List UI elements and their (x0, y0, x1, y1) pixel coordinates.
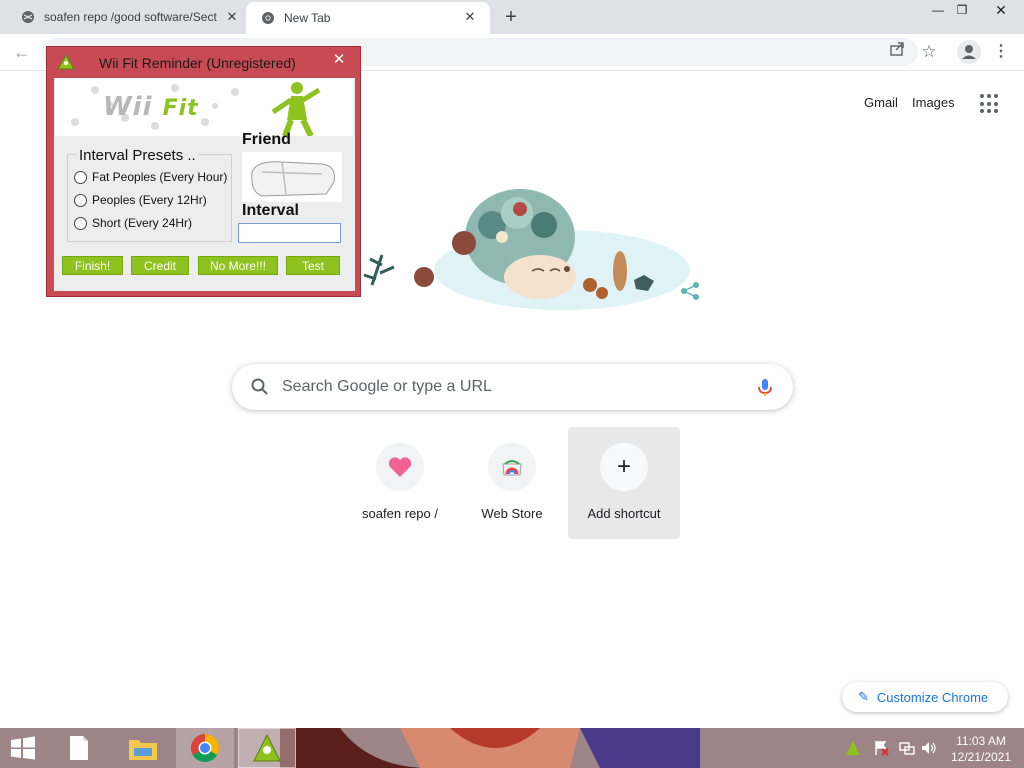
clock-date[interactable]: 12/21/2021 (946, 750, 1016, 764)
wii-fit-logo: Wii Fit (103, 92, 199, 122)
preset-label: Peoples (Every 12Hr) (92, 193, 207, 207)
windows-taskbar: 11:03 AM 12/21/2021 (0, 728, 1024, 768)
preset-label: Short (Every 24Hr) (92, 216, 193, 230)
balance-board-friend-image (242, 152, 342, 202)
no-more-button[interactable]: No More!!! (198, 256, 278, 275)
test-button[interactable]: Test (286, 256, 340, 275)
wii-fit-reminder-window: Wii Fit Reminder (Unregistered) ✕ Wii Fi… (46, 46, 361, 297)
new-tab-plus-icon[interactable]: + (500, 6, 522, 28)
chrome-icon (260, 10, 276, 26)
radio-button-icon[interactable] (74, 170, 87, 184)
interval-label: Interval (242, 202, 299, 219)
shortcut-label: Web Store (481, 506, 543, 521)
file-explorer-icon[interactable] (118, 728, 168, 768)
globe-icon (20, 9, 36, 25)
yoga-figure-image (271, 82, 321, 136)
interval-presets-group: Interval Presets .. Fat Peoples (Every H… (67, 147, 232, 242)
shortcut-label: Add shortcut (587, 506, 661, 521)
document-icon[interactable] (56, 728, 102, 768)
wii-fit-taskbar-icon[interactable] (238, 728, 296, 768)
close-tab-icon[interactable]: ✕ (224, 9, 240, 25)
wii-fit-banner: Wii Fit (55, 78, 353, 136)
radio-button-icon[interactable] (74, 193, 87, 207)
doodle-share-icon[interactable] (681, 282, 699, 300)
wii-titlebar[interactable]: Wii Fit Reminder (Unregistered) ✕ (47, 47, 360, 77)
apps-grid-icon[interactable] (980, 94, 1000, 114)
search-box[interactable] (232, 364, 793, 410)
finish-button[interactable]: Finish! (62, 256, 123, 275)
radio-button-icon[interactable] (74, 216, 87, 230)
tab-new-tab[interactable]: New Tab ✕ (246, 2, 490, 34)
images-link[interactable]: Images (912, 95, 955, 110)
credit-button[interactable]: Credit (131, 256, 189, 275)
plus-icon: + (600, 443, 648, 491)
wii-client-area: Wii Fit Friend Interval Interval Presets… (54, 78, 355, 291)
preset-short-radio[interactable]: Short (Every 24Hr) (74, 215, 192, 231)
gmail-link[interactable]: Gmail (864, 95, 898, 110)
shortcut-soafen-repo[interactable]: soafen repo / (344, 427, 456, 539)
add-shortcut-button[interactable]: + Add shortcut (568, 427, 680, 539)
interval-presets-label: Interval Presets .. (77, 147, 199, 164)
microphone-icon[interactable] (754, 376, 776, 398)
windows-start-icon[interactable] (0, 728, 46, 768)
friend-label: Friend (242, 131, 291, 148)
preset-label: Fat Peoples (Every Hour) (92, 170, 228, 184)
window-close-icon[interactable]: ✕ (978, 0, 1024, 20)
tab-strip: soafen repo /good software/Sect ✕ New Ta… (0, 0, 1024, 34)
wii-close-icon[interactable]: ✕ (325, 49, 353, 71)
tab-title: soafen repo /good software/Sect (44, 10, 217, 24)
tab-soafen-repo[interactable]: soafen repo /good software/Sect ✕ (8, 0, 248, 34)
wii-window-title: Wii Fit Reminder (Unregistered) (99, 55, 296, 71)
customize-chrome-label: Customize Chrome (876, 689, 989, 705)
tab-title: New Tab (284, 11, 331, 25)
chrome-taskbar-icon[interactable] (176, 728, 234, 768)
clock-time[interactable]: 11:03 AM (946, 734, 1016, 748)
kebab-menu-icon[interactable]: ⋮ (990, 41, 1012, 63)
share-icon[interactable] (886, 41, 908, 63)
shortcut-web-store[interactable]: Web Store (456, 427, 568, 539)
wii-tray-icon[interactable] (844, 740, 862, 756)
restore-icon[interactable]: ❐ (946, 0, 978, 20)
volume-icon[interactable] (920, 740, 938, 756)
preset-peoples-radio[interactable]: Peoples (Every 12Hr) (74, 192, 207, 208)
search-input[interactable] (282, 364, 742, 410)
search-icon (250, 377, 270, 397)
pencil-icon: ✎ (858, 689, 869, 704)
shortcut-label: soafen repo / (362, 506, 438, 521)
network-icon[interactable] (898, 740, 916, 756)
web-store-icon (488, 443, 536, 491)
profile-avatar-icon[interactable] (957, 40, 981, 64)
wallpaper-fragment (280, 728, 700, 768)
customize-chrome-button[interactable]: ✎ Customize Chrome (842, 682, 1008, 712)
preset-fat-peoples-radio[interactable]: Fat Peoples (Every Hour) (74, 169, 227, 185)
action-center-flag-icon[interactable] (872, 740, 890, 756)
interval-input[interactable] (238, 223, 341, 243)
google-doodle-hedgehog[interactable] (352, 175, 708, 315)
close-tab-icon[interactable]: ✕ (462, 9, 478, 25)
wii-app-icon (57, 53, 75, 70)
heart-icon (376, 443, 424, 491)
back-arrow-icon[interactable]: ← (10, 40, 34, 64)
bookmark-star-icon[interactable]: ☆ (918, 41, 940, 63)
